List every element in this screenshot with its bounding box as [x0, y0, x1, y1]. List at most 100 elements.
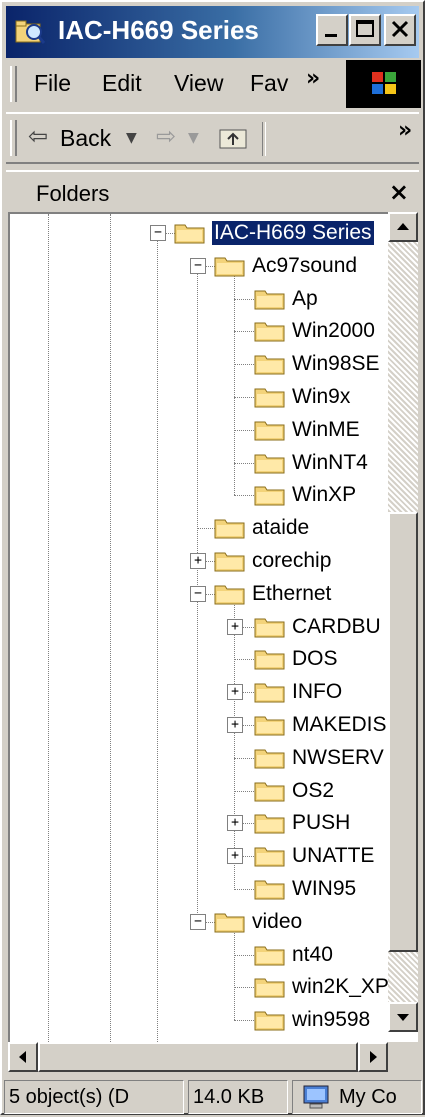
menu-edit[interactable]: Edit	[102, 70, 142, 97]
collapse-minus-icon[interactable]: −	[190, 913, 206, 930]
tree-connector-line	[234, 1020, 256, 1022]
tree-item-label: Ethernet	[252, 581, 332, 605]
toolbar-grip[interactable]	[10, 120, 17, 156]
tree-item[interactable]: + PUSH	[10, 806, 410, 840]
tree-item[interactable]: nt40	[10, 938, 410, 972]
tree-item-label: Ac97sound	[252, 253, 358, 277]
menu-view[interactable]: View	[174, 70, 223, 97]
tree-item[interactable]: win2K_XP	[10, 970, 410, 1004]
tree-item[interactable]: OS2	[10, 774, 410, 808]
tree-connector-line	[234, 429, 256, 431]
scroll-right-button[interactable]	[358, 1042, 388, 1072]
tree-item[interactable]: + CARDBU	[10, 610, 410, 644]
expand-plus-icon[interactable]: +	[190, 553, 206, 569]
menu-favorites[interactable]: Fav	[250, 70, 288, 97]
folder-tree[interactable]: − IAC-H669 Series − Ac97sound Ap Win2000 Win98…	[8, 212, 418, 1072]
horizontal-scroll-thumb[interactable]	[38, 1042, 358, 1072]
folder-icon	[254, 355, 285, 375]
horizontal-scrollbar[interactable]	[8, 1042, 388, 1072]
menu-overflow-chevron-icon[interactable]: »	[306, 66, 320, 91]
folder-icon	[254, 421, 285, 441]
scroll-down-button[interactable]	[388, 1002, 418, 1032]
tree-item-label: IAC-H669 Series	[211, 220, 375, 246]
open-folder-icon	[214, 257, 245, 277]
tree-item[interactable]: Win2000	[10, 314, 410, 348]
windows-logo	[346, 60, 421, 108]
back-arrow-icon[interactable]: ⇦	[28, 122, 48, 150]
tree-item[interactable]: − Ac97sound	[10, 249, 410, 283]
folders-close-icon[interactable]: ×	[389, 178, 409, 206]
minimize-button[interactable]	[316, 14, 348, 46]
tree-item[interactable]: WinXP	[10, 478, 410, 512]
collapse-minus-icon[interactable]: −	[190, 257, 206, 274]
tree-connector-line	[234, 298, 256, 300]
status-zone-label: My Co	[339, 1086, 397, 1108]
scrollbar-corner	[388, 1042, 418, 1072]
collapse-minus-icon[interactable]: −	[190, 585, 206, 602]
tree-item[interactable]: WinME	[10, 413, 410, 447]
maximize-button[interactable]	[349, 14, 381, 46]
back-button[interactable]: Back	[60, 125, 111, 152]
tree-item-label: win2K_XP	[292, 975, 389, 999]
windows-flag-icon	[372, 72, 396, 94]
tree-connector-line	[234, 889, 256, 890]
tree-item[interactable]: NWSERV	[10, 741, 410, 775]
tree-item-label: video	[252, 909, 303, 933]
expand-plus-icon[interactable]: +	[227, 815, 243, 832]
forward-arrow-icon[interactable]: ⇨	[156, 122, 176, 150]
folders-pane-title: Folders	[36, 181, 110, 206]
up-folder-button[interactable]	[218, 124, 250, 152]
close-button[interactable]	[384, 14, 416, 46]
tree-connector-line	[234, 397, 256, 398]
folder-icon	[254, 814, 285, 834]
menu-bar: File Edit View Fav »	[6, 60, 421, 108]
tree-item-label: CARDBU	[292, 614, 381, 638]
tree-item[interactable]: + corechip	[10, 544, 410, 578]
tree-item[interactable]: + UNATTE	[10, 839, 410, 873]
menu-file[interactable]: File	[34, 70, 71, 97]
tree-item-label: NWSERV	[292, 745, 384, 769]
tree-item-label: WinME	[292, 417, 360, 441]
tree-item[interactable]: + MAKEDIS	[10, 708, 410, 742]
tree-item[interactable]: DOS	[10, 642, 410, 676]
folders-pane-header: Folders ×	[6, 170, 419, 212]
status-object-count: 5 object(s) (D	[4, 1080, 184, 1114]
expand-plus-icon[interactable]: +	[227, 684, 243, 701]
tree-item-label: Win9x	[292, 385, 351, 408]
vertical-scrollbar[interactable]	[388, 212, 418, 1032]
collapse-minus-icon[interactable]: −	[150, 225, 166, 241]
folder-icon	[254, 716, 285, 736]
vertical-scroll-thumb[interactable]	[388, 512, 418, 952]
folder-icon	[254, 388, 285, 408]
tree-item[interactable]: + INFO	[10, 675, 410, 709]
folder-icon	[254, 880, 285, 900]
minimize-icon	[325, 34, 337, 37]
tree-item[interactable]: − Ethernet	[10, 577, 410, 611]
tree-item[interactable]: WIN95	[10, 872, 410, 906]
tree-item[interactable]: WinNT4	[10, 446, 410, 480]
tree-item-label: WinNT4	[292, 450, 368, 474]
tree-item[interactable]: ataide	[10, 511, 410, 545]
tree-item[interactable]: win9598	[10, 1003, 410, 1037]
expand-plus-icon[interactable]: +	[227, 618, 243, 635]
tree-connector-line	[234, 954, 256, 956]
my-computer-icon	[303, 1085, 329, 1109]
title-bar[interactable]: IAC-H669 Series	[6, 6, 419, 58]
folder-icon	[214, 519, 245, 539]
expand-plus-icon[interactable]: +	[227, 717, 243, 733]
scroll-down-arrow-icon	[397, 1014, 409, 1021]
tree-item[interactable]: − IAC-H669 Series	[10, 216, 410, 250]
toolbar-overflow-chevron-icon[interactable]: »	[398, 118, 412, 143]
folder-icon	[254, 1011, 285, 1031]
expand-plus-icon[interactable]: +	[227, 848, 243, 865]
tree-item[interactable]: Ap	[10, 282, 410, 316]
menubar-grip[interactable]	[10, 66, 17, 102]
tree-connector-line	[234, 790, 256, 792]
scroll-up-button[interactable]	[388, 212, 418, 242]
tree-item[interactable]: Win98SE	[10, 347, 410, 381]
scroll-left-button[interactable]	[8, 1042, 38, 1072]
tree-item[interactable]: Win9x	[10, 380, 410, 414]
back-dropdown-icon[interactable]: ▼	[126, 130, 137, 146]
forward-dropdown-icon[interactable]: ▼	[188, 130, 199, 146]
tree-item[interactable]: − video	[10, 905, 410, 939]
